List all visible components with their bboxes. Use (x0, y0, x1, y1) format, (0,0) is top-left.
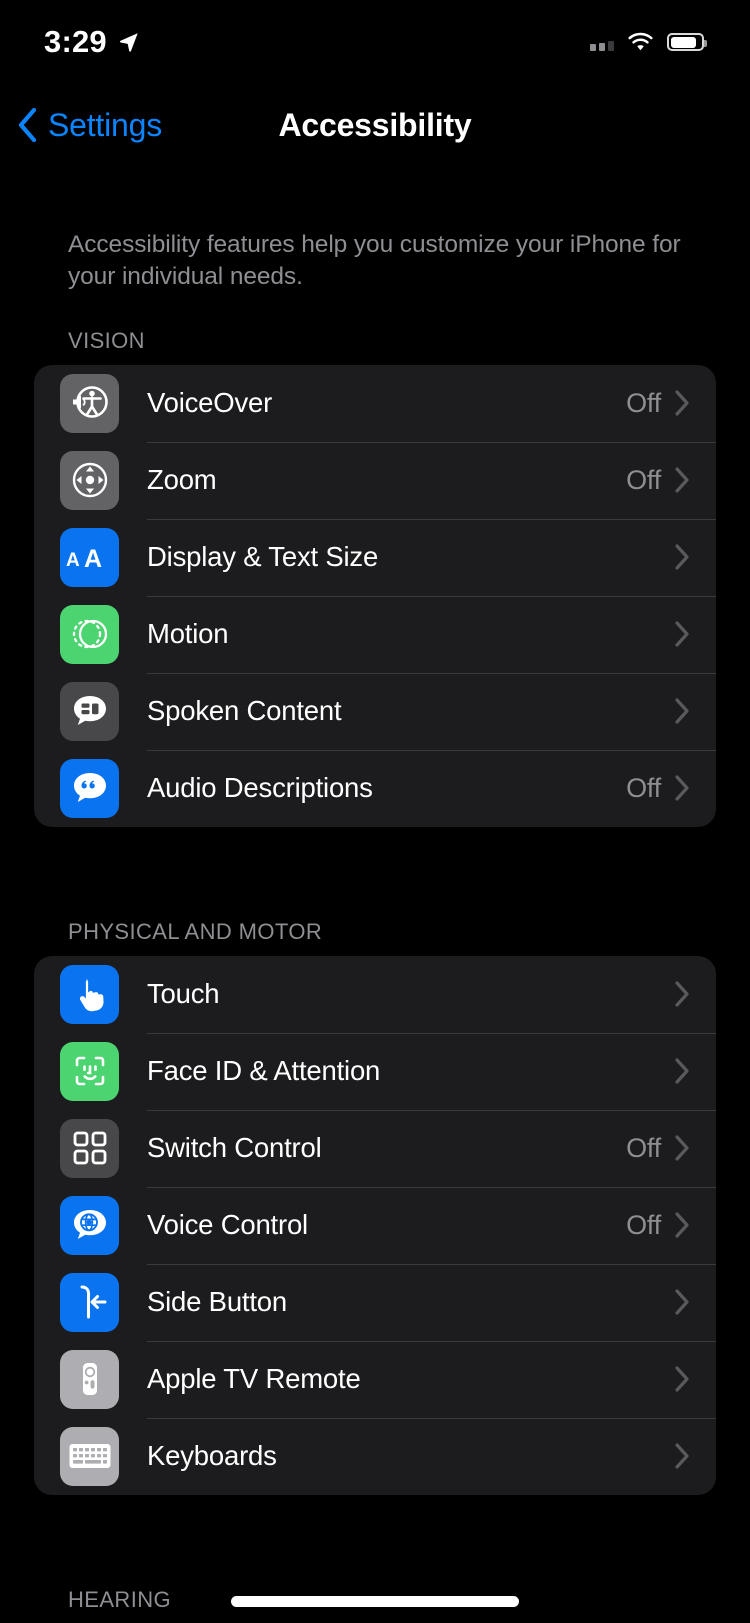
chevron-right-icon (675, 1289, 716, 1315)
home-indicator[interactable] (231, 1596, 519, 1607)
voice-control-icon (60, 1195, 119, 1255)
row-label: Voice Control (147, 1209, 308, 1241)
row-side-button[interactable]: Side Button (34, 1263, 716, 1341)
row-display-text-size[interactable]: A A Display & Text Size (34, 518, 716, 596)
row-label: Zoom (147, 464, 217, 496)
row-spoken-content[interactable]: Spoken Content (34, 672, 716, 750)
status-bar-left: 3:29 (44, 24, 140, 60)
row-label: Keyboards (147, 1440, 277, 1472)
iphone-screen: 3:29 Settings Accessibility Accessibilit… (0, 0, 750, 1623)
vision-section-card: VoiceOver Off Zoom Off A A Display & Tex… (34, 364, 716, 827)
chevron-right-icon (675, 1135, 716, 1161)
row-value: Off (626, 772, 661, 803)
display-text-size-icon: A A (60, 527, 119, 587)
row-zoom[interactable]: Zoom Off (34, 441, 716, 519)
chevron-right-icon (675, 544, 716, 570)
row-label: Motion (147, 618, 229, 650)
row-audio-descriptions[interactable]: Audio Descriptions Off (34, 749, 716, 827)
row-switch-control[interactable]: Switch Control Off (34, 1109, 716, 1187)
row-value: Off (626, 464, 661, 495)
row-value: Off (626, 387, 661, 418)
row-label: Display & Text Size (147, 541, 379, 573)
row-value: Off (626, 1132, 661, 1163)
section-header-hearing: HEARING (68, 1586, 172, 1612)
svg-text:A: A (84, 545, 102, 573)
location-arrow-icon (119, 33, 138, 52)
wifi-icon (628, 32, 653, 51)
chevron-right-icon (675, 1366, 716, 1392)
chevron-right-icon (675, 775, 716, 801)
spoken-content-icon (60, 681, 119, 741)
motion-icon (60, 604, 119, 664)
row-touch[interactable]: Touch (34, 956, 716, 1033)
svg-text:A: A (66, 550, 80, 571)
zoom-icon (60, 450, 119, 510)
audio-descriptions-icon (60, 758, 119, 818)
chevron-right-icon (675, 981, 716, 1007)
page-title: Accessibility (278, 106, 472, 143)
chevron-right-icon (675, 698, 716, 724)
row-label: Side Button (147, 1286, 287, 1318)
side-button-icon (60, 1272, 119, 1332)
row-apple-tv-remote[interactable]: Apple TV Remote (34, 1340, 716, 1418)
row-face-id-attention[interactable]: Face ID & Attention (34, 1032, 716, 1110)
section-header-vision: VISION (68, 327, 145, 353)
navigation-bar: Settings Accessibility (0, 84, 750, 166)
section-header-physical-and-motor: PHYSICAL AND MOTOR (68, 918, 323, 944)
chevron-right-icon (675, 621, 716, 647)
settings-scroll-view[interactable]: Accessibility features help you customiz… (0, 166, 750, 1623)
row-voice-control[interactable]: Voice Control Off (34, 1186, 716, 1264)
voiceover-icon (60, 373, 119, 433)
chevron-right-icon (675, 390, 716, 416)
status-bar: 3:29 (0, 0, 750, 84)
row-motion[interactable]: Motion (34, 595, 716, 673)
keyboards-icon (60, 1426, 119, 1486)
chevron-right-icon (675, 1443, 716, 1469)
row-label: Spoken Content (147, 695, 342, 727)
physical-and-motor-section-card: Touch Face ID & Attention Switch Control… (34, 955, 716, 1495)
status-time: 3:29 (44, 24, 107, 59)
apple-tv-remote-icon (60, 1349, 119, 1409)
row-label: Switch Control (147, 1132, 322, 1164)
row-voiceover[interactable]: VoiceOver Off (34, 365, 716, 442)
switch-control-icon (60, 1118, 119, 1178)
row-label: Touch (147, 978, 220, 1010)
chevron-right-icon (675, 1212, 716, 1238)
cellular-dots-icon (590, 34, 614, 51)
row-label: VoiceOver (147, 387, 273, 419)
face-id-icon (60, 1041, 119, 1101)
touch-icon (60, 964, 119, 1024)
row-label: Apple TV Remote (147, 1363, 361, 1395)
row-keyboards[interactable]: Keyboards (34, 1417, 716, 1495)
chevron-right-icon (675, 1058, 716, 1084)
row-label: Face ID & Attention (147, 1055, 381, 1087)
battery-icon (667, 33, 707, 51)
row-label: Audio Descriptions (147, 772, 373, 804)
chevron-right-icon (675, 467, 716, 493)
intro-description: Accessibility features help you customiz… (68, 231, 681, 291)
status-bar-right (590, 32, 707, 52)
row-value: Off (626, 1209, 661, 1240)
